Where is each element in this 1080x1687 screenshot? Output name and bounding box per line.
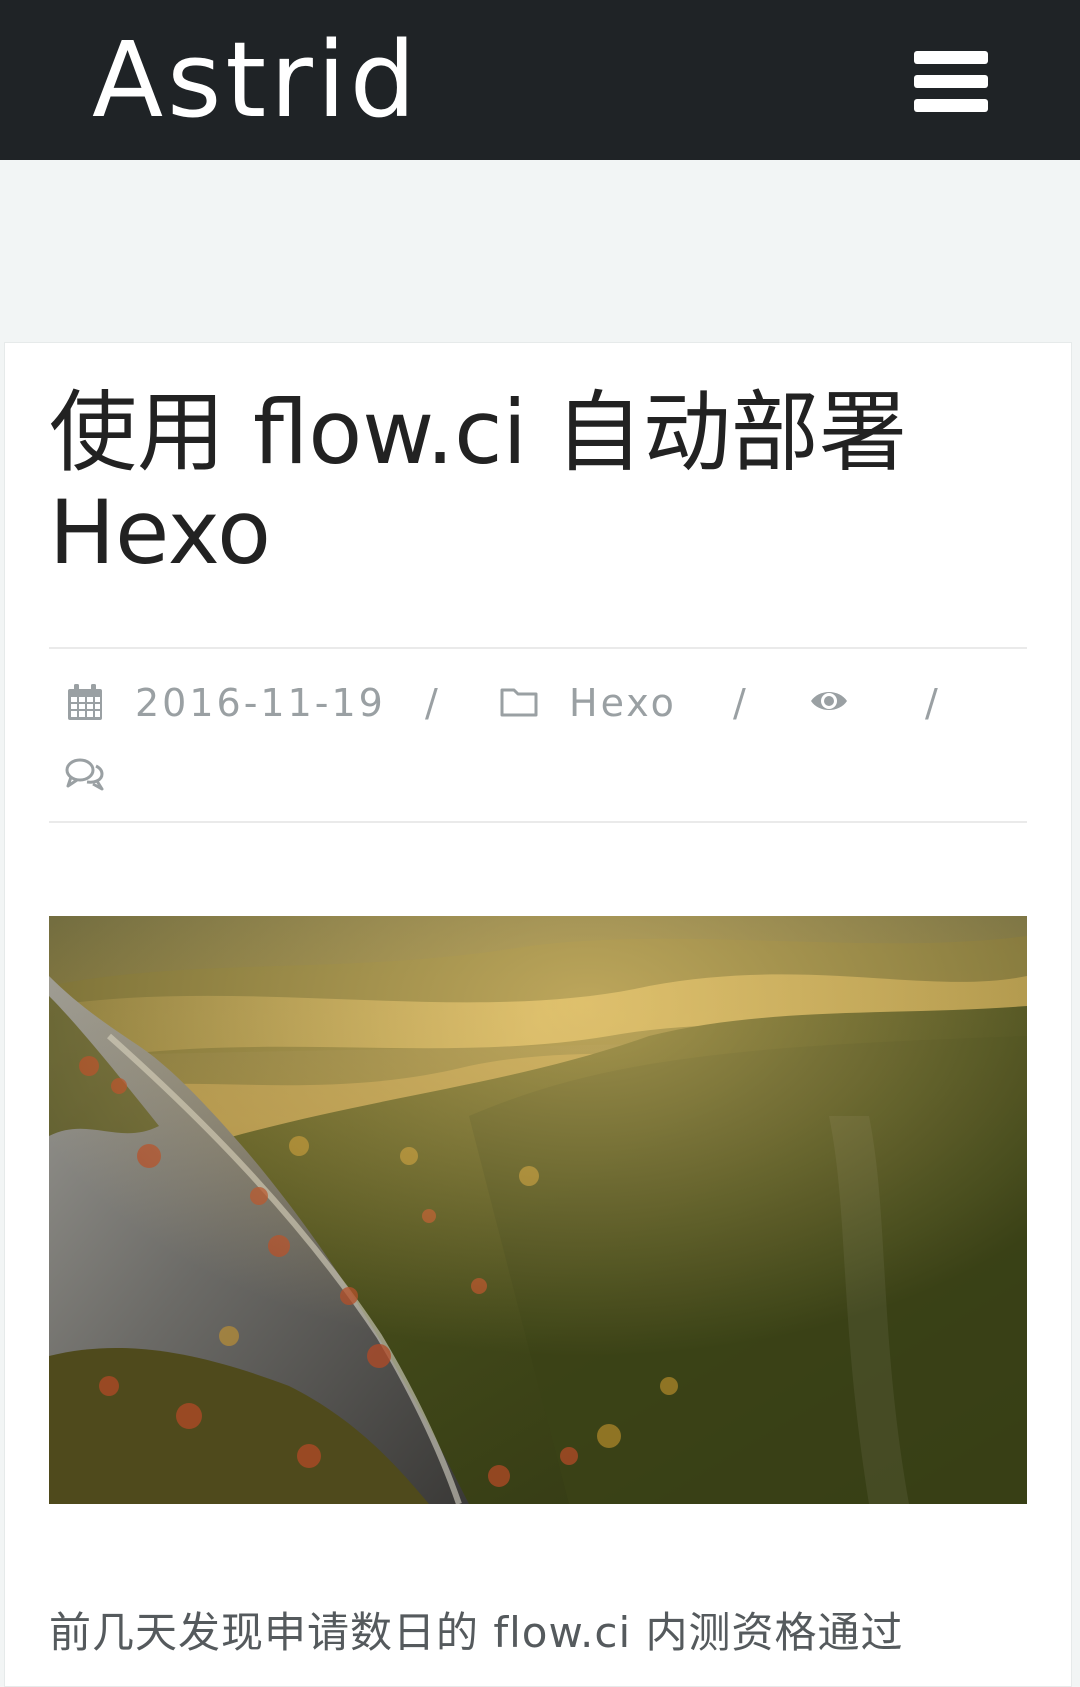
- post-cover-image[interactable]: [49, 916, 1027, 1504]
- meta-separator: /: [425, 681, 438, 725]
- menu-bar: [914, 99, 988, 112]
- comments-icon: [65, 758, 104, 791]
- post-meta: 2016-11-19 / Hexo / /: [49, 647, 1027, 823]
- meta-separator: /: [733, 681, 746, 725]
- post-card: 使用 flow.ci 自动部署 Hexo 2016-11-19 / Hexo /…: [4, 342, 1072, 1687]
- calendar-icon: [68, 684, 102, 720]
- site-header: Astrid: [0, 0, 1080, 160]
- post-date: 2016-11-19: [135, 681, 386, 725]
- eye-icon: [811, 692, 847, 710]
- menu-bar: [914, 75, 988, 88]
- post-title-link[interactable]: 使用 flow.ci 自动部署 Hexo: [49, 383, 1029, 583]
- post-category-link[interactable]: Hexo: [569, 681, 677, 725]
- site-title-link[interactable]: Astrid: [92, 18, 420, 142]
- menu-bar: [914, 51, 988, 64]
- mountain-forest-landscape-photo: [49, 916, 1027, 1504]
- folder-icon: [500, 688, 538, 717]
- post-excerpt: 前几天发现申请数日的 flow.ci 内测资格通过: [49, 1608, 904, 1657]
- meta-separator: /: [925, 681, 938, 725]
- hamburger-menu-icon[interactable]: [914, 50, 988, 114]
